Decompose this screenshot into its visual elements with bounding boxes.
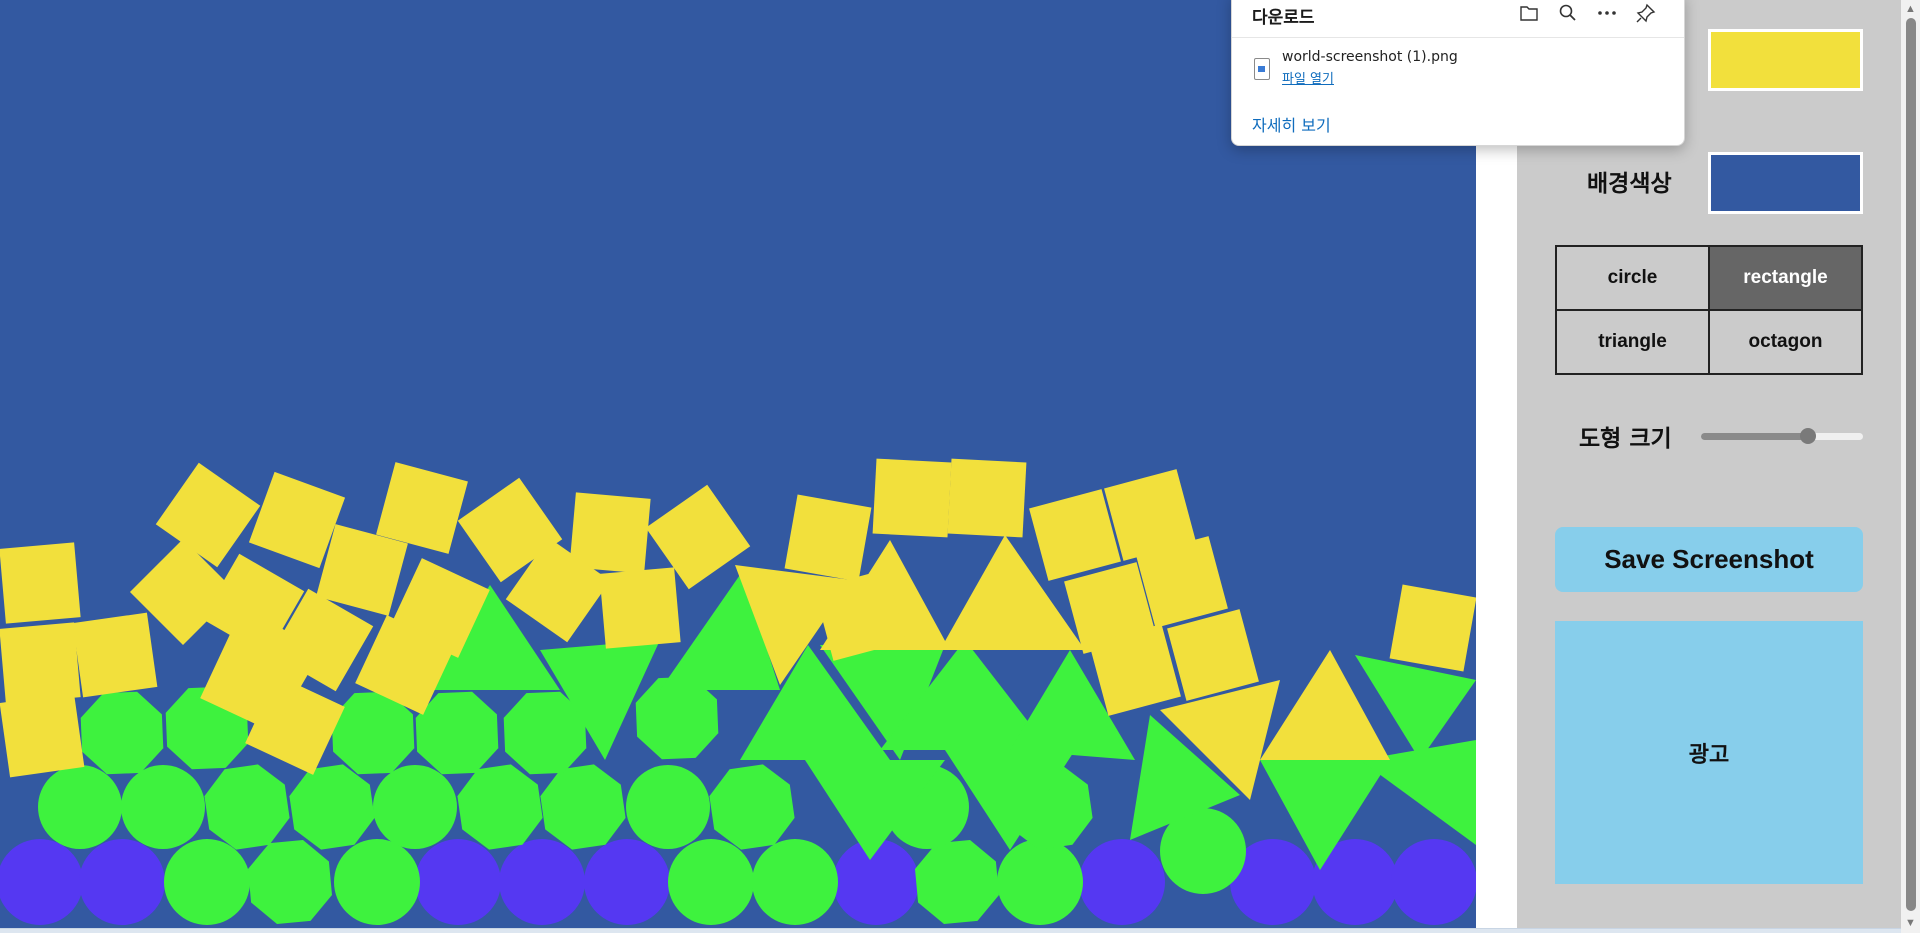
folder-icon[interactable]: [1517, 1, 1541, 25]
circle-shape: [584, 839, 670, 925]
shape-button-rectangle[interactable]: rectangle: [1709, 246, 1862, 310]
octagon-shape: [204, 764, 290, 850]
circle-shape: [499, 839, 585, 925]
octagon-shape: [457, 764, 543, 850]
downloads-popup: 다운로드 world-screenshot (1).png 파일 열기 자세히 …: [1231, 0, 1685, 146]
image-file-icon: [1254, 58, 1270, 80]
shape-button-triangle[interactable]: triangle: [1556, 310, 1709, 374]
rectangle-shape: [599, 567, 681, 649]
rectangle-shape: [872, 458, 952, 538]
scroll-down-arrow-icon[interactable]: ▼: [1905, 918, 1916, 929]
download-file-name[interactable]: world-screenshot (1).png: [1282, 49, 1458, 65]
octagon-shape: [289, 764, 375, 850]
circle-shape: [1079, 839, 1165, 925]
rectangle-shape: [947, 458, 1027, 538]
circle-shape: [38, 765, 122, 849]
save-screenshot-button[interactable]: Save Screenshot: [1555, 527, 1863, 592]
circle-shape: [334, 839, 420, 925]
octagon-shape: [80, 691, 164, 775]
circle-shape: [164, 839, 250, 925]
search-icon[interactable]: [1556, 1, 1580, 25]
shape-selector: circle rectangle triangle octagon: [1555, 245, 1863, 375]
octagon-shape: [540, 764, 626, 850]
background-color-swatch[interactable]: [1708, 152, 1863, 214]
scroll-thumb[interactable]: [1906, 18, 1916, 911]
slider-fill: [1701, 433, 1808, 440]
circle-shape: [79, 839, 165, 925]
circle-shape: [997, 839, 1083, 925]
downloads-title: 다운로드: [1252, 8, 1315, 28]
rectangle-shape: [0, 542, 81, 624]
circle-shape: [1391, 839, 1476, 925]
window-bottom-edge: [0, 928, 1901, 933]
rectangle-shape: [0, 692, 85, 778]
rectangle-shape: [72, 612, 158, 698]
shape-color-swatch[interactable]: [1708, 29, 1863, 91]
popup-divider: [1232, 37, 1684, 38]
circle-shape: [752, 839, 838, 925]
rectangle-shape: [784, 494, 872, 582]
shape-size-label: 도형 크기: [1579, 426, 1672, 452]
ad-banner[interactable]: 광고: [1555, 621, 1863, 884]
octagon-shape: [709, 764, 795, 850]
circle-shape: [668, 839, 754, 925]
open-file-link[interactable]: 파일 열기: [1282, 68, 1334, 87]
rectangle-shape: [1389, 584, 1476, 672]
rectangle-shape: [0, 622, 81, 704]
circle-shape: [121, 765, 205, 849]
shape-size-slider[interactable]: [1701, 428, 1863, 444]
shape-button-circle[interactable]: circle: [1556, 246, 1709, 310]
circle-shape: [626, 765, 710, 849]
circle-shape: [373, 765, 457, 849]
slider-thumb[interactable]: [1799, 428, 1816, 444]
background-color-label: 배경색상: [1587, 171, 1672, 197]
circle-shape: [415, 839, 501, 925]
octagon-shape: [248, 840, 332, 924]
more-options-icon[interactable]: [1595, 1, 1619, 25]
see-more-link[interactable]: 자세히 보기: [1252, 112, 1331, 136]
rectangle-shape: [1029, 489, 1121, 581]
rectangle-shape: [1167, 609, 1259, 701]
page-scrollbar[interactable]: ▲ ▼: [1901, 0, 1920, 933]
shape-button-octagon[interactable]: octagon: [1709, 310, 1862, 374]
pin-icon[interactable]: [1634, 1, 1658, 25]
octagon-shape: [915, 840, 999, 924]
scroll-up-arrow-icon[interactable]: ▲: [1905, 4, 1916, 15]
circle-shape: [0, 839, 83, 925]
